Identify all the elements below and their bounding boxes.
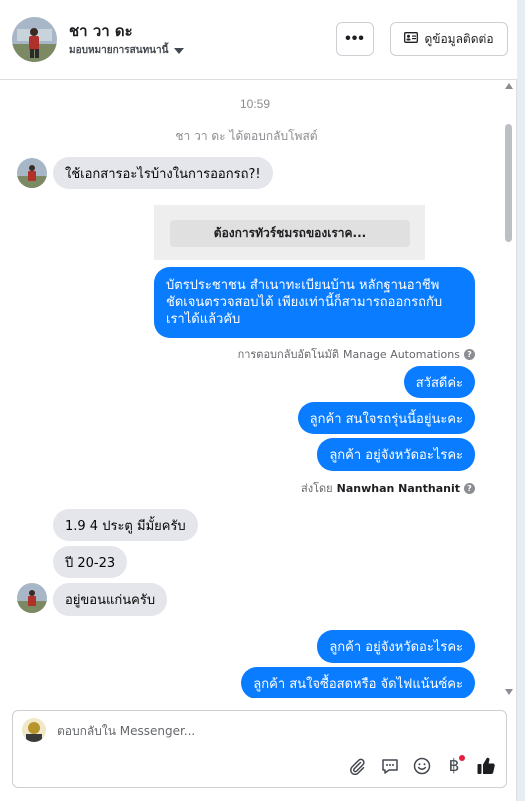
auto-reply-meta: การตอบกลับอัตโนมัติ Manage Automations ? bbox=[238, 345, 475, 363]
message-text: สวัสดีค่ะ bbox=[415, 375, 463, 391]
reply-input[interactable] bbox=[57, 722, 457, 740]
template-card: ต้องการทัวร์ชมรถของเราค... bbox=[154, 205, 425, 260]
assign-label: มอบหมายการสนทนานี้ bbox=[69, 45, 169, 56]
notification-dot bbox=[459, 755, 465, 761]
incoming-message[interactable]: ปี 20-23 bbox=[53, 546, 128, 578]
scroll-up-arrow-icon[interactable] bbox=[505, 83, 513, 89]
sent-by-name: Nanwhan Nanthanit bbox=[336, 481, 460, 495]
incoming-message[interactable]: อยู่ขอนแก่นครับ bbox=[53, 583, 168, 616]
help-icon[interactable]: ? bbox=[464, 348, 475, 360]
sender-avatar bbox=[17, 158, 47, 188]
message-text: ลูกค้า อยู่จังหวัดอะไรคะ bbox=[329, 640, 463, 655]
chat-bubble-icon[interactable] bbox=[379, 755, 401, 777]
auto-reply-label: การตอบกลับอัตโนมัติ bbox=[237, 348, 339, 361]
contact-avatar[interactable] bbox=[12, 17, 57, 62]
paperclip-icon[interactable] bbox=[346, 755, 368, 777]
more-dots-icon: ••• bbox=[345, 30, 365, 47]
system-note: ชา วา ดะ ได้ตอบกลับโพสต์ bbox=[175, 129, 318, 143]
page-avatar bbox=[22, 718, 46, 742]
outgoing-message[interactable]: ลูกค้า สนใจซื้อสดหรือ จัดไฟแน้นซ์คะ bbox=[241, 667, 475, 698]
view-contact-info-button[interactable]: ดูข้อมูลติดต่อ bbox=[390, 22, 508, 56]
template-button[interactable]: ต้องการทัวร์ชมรถของเราค... bbox=[170, 220, 410, 247]
view-contact-info-label: ดูข้อมูลติดต่อ bbox=[424, 31, 494, 46]
incoming-message[interactable]: 1.9 4 ประตู มีมั้ยครับ bbox=[53, 509, 198, 541]
reply-composer: ฿ bbox=[12, 710, 507, 788]
outgoing-message[interactable]: ลูกค้า อยู่จังหวัดอะไรคะ bbox=[317, 438, 475, 471]
message-scrollbar[interactable] bbox=[504, 83, 514, 695]
message-text: อยู่ขอนแก่นครับ bbox=[65, 593, 156, 608]
outgoing-message[interactable]: สวัสดีค่ะ bbox=[403, 366, 475, 398]
message-text: ลูกค้า อยู่จังหวัดอะไรคะ bbox=[329, 448, 463, 463]
manage-automations-link[interactable]: Manage Automations bbox=[343, 348, 460, 361]
message-text: ลูกค้า สนใจซื้อสดหรือ จัดไฟแน้นซ์คะ bbox=[253, 676, 463, 692]
incoming-message[interactable]: ใช้เอกสารอะไรบ้างในการออกรถ?! bbox=[53, 157, 273, 189]
help-icon[interactable]: ? bbox=[464, 482, 475, 494]
message-text: ใช้เอกสารอะไรบ้างในการออกรถ?! bbox=[65, 166, 261, 182]
more-options-button[interactable]: ••• bbox=[336, 22, 374, 56]
sent-by-label: ส่งโดย bbox=[301, 482, 333, 495]
assign-conversation-dropdown[interactable]: มอบหมายการสนทนานี้ bbox=[69, 43, 185, 58]
conversation-panel: ชา วา ดะ มอบหมายการสนทนานี้ ••• ดูข้อมูล… bbox=[0, 0, 517, 801]
outgoing-message-auto-reply[interactable]: บัตรประชาชน สำเนาทะเบียนบ้าน หลักฐานอาชี… bbox=[154, 267, 475, 338]
message-text: ลูกค้า สนใจรถรุ่นนี้อยู่นะคะ bbox=[309, 411, 463, 427]
baht-icon[interactable]: ฿ bbox=[443, 755, 465, 777]
caret-down-icon bbox=[174, 47, 185, 54]
contact-name[interactable]: ชา วา ดะ bbox=[69, 19, 133, 43]
message-timestamp: 10:59 bbox=[239, 97, 271, 111]
smiley-icon[interactable] bbox=[411, 755, 433, 777]
conversation-header: ชา วา ดะ มอบหมายการสนทนานี้ ••• ดูข้อมูล… bbox=[0, 0, 517, 80]
thumbs-up-icon[interactable] bbox=[475, 755, 497, 777]
sent-by-meta: ส่งโดย Nanwhan Nanthanit ? bbox=[301, 479, 475, 497]
scroll-down-arrow-icon[interactable] bbox=[505, 689, 513, 695]
scroll-thumb[interactable] bbox=[505, 124, 512, 242]
contact-card-icon bbox=[404, 32, 419, 46]
message-list: 10:59 ชา วา ดะ ได้ตอบกลับโพสต์ ใช้เอกสาร… bbox=[0, 81, 517, 698]
outgoing-message[interactable]: ลูกค้า อยู่จังหวัดอะไรคะ bbox=[317, 630, 475, 663]
message-text: 1.9 4 ประตู มีมั้ยครับ bbox=[65, 518, 186, 534]
outgoing-message[interactable]: ลูกค้า สนใจรถรุ่นนี้อยู่นะคะ bbox=[297, 402, 475, 434]
message-text: ปี 20-23 bbox=[65, 555, 116, 571]
sender-avatar bbox=[17, 583, 47, 613]
